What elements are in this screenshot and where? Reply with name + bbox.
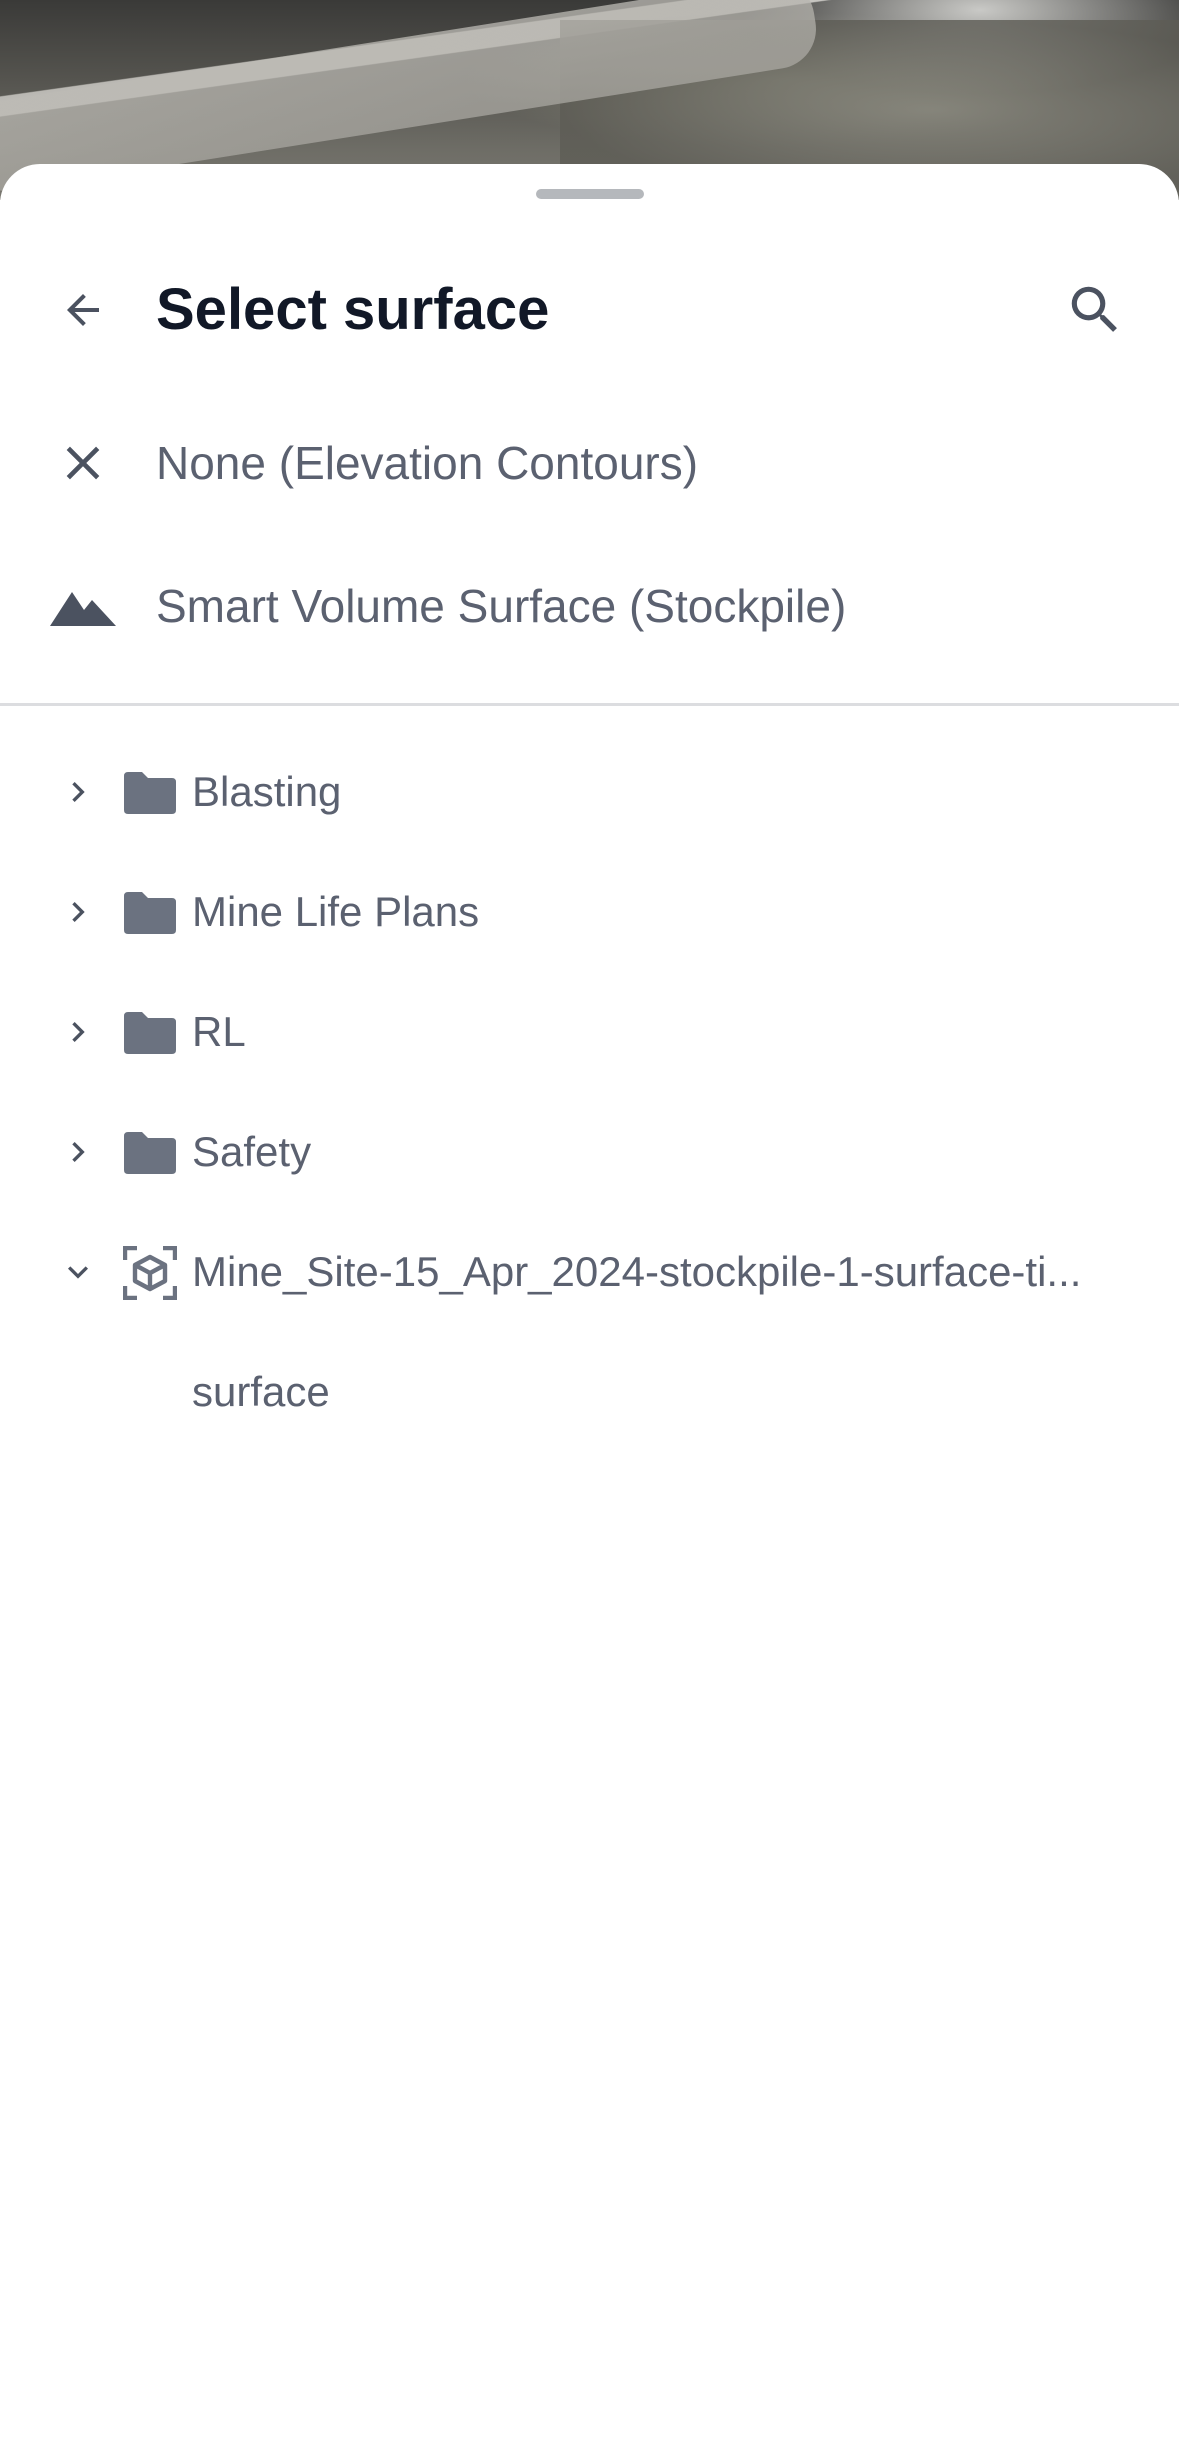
option-none[interactable]: None (Elevation Contours) (0, 403, 1179, 523)
tree-item-mine-life-plans[interactable]: Mine Life Plans (0, 862, 1179, 962)
folder-icon (120, 1126, 180, 1180)
page-title: Select surface (156, 277, 550, 342)
chevron-right-icon[interactable] (54, 890, 102, 934)
tree-item-rl[interactable]: RL (0, 982, 1179, 1082)
tree-item-blasting[interactable]: Blasting (0, 742, 1179, 842)
tree-item-label: Blasting (192, 768, 342, 815)
close-icon (40, 423, 126, 503)
sheet-header: Select surface (0, 254, 1179, 364)
arrow-left-icon (67, 294, 99, 326)
option-smart-volume[interactable]: Smart Volume Surface (Stockpile) (0, 546, 1179, 666)
tree-item-mine-site-model[interactable]: Mine_Site-15_Apr_2024-stockpile-1-surfac… (0, 1222, 1179, 1322)
chevron-right-icon[interactable] (54, 1010, 102, 1054)
3d-model-icon (120, 1246, 180, 1300)
mountain-icon (40, 566, 126, 646)
folder-icon (120, 766, 180, 820)
search-button[interactable] (1050, 272, 1140, 348)
option-label: None (Elevation Contours) (156, 437, 699, 489)
bottom-sheet: Select surface None (Elevation Contours)… (0, 164, 1179, 2450)
search-icon (1071, 286, 1117, 332)
divider (0, 703, 1179, 706)
drag-handle[interactable] (536, 189, 644, 199)
tree-item-label: RL (192, 1008, 246, 1055)
chevron-right-icon[interactable] (54, 770, 102, 814)
option-label: Smart Volume Surface (Stockpile) (156, 580, 847, 632)
tree-item-label: Mine Life Plans (192, 888, 480, 935)
tree-item-label: Mine_Site-15_Apr_2024-stockpile-1-surfac… (192, 1248, 1082, 1295)
folder-icon (120, 1006, 180, 1060)
tree-child-surface[interactable]: surface (0, 1342, 1179, 1442)
chevron-down-icon[interactable] (54, 1250, 102, 1294)
tree-child-label: surface (192, 1368, 330, 1415)
tree-item-safety[interactable]: Safety (0, 1102, 1179, 1202)
tree-item-label: Safety (192, 1128, 312, 1175)
folder-icon (120, 886, 180, 940)
chevron-right-icon[interactable] (54, 1130, 102, 1174)
back-button[interactable] (40, 272, 126, 348)
